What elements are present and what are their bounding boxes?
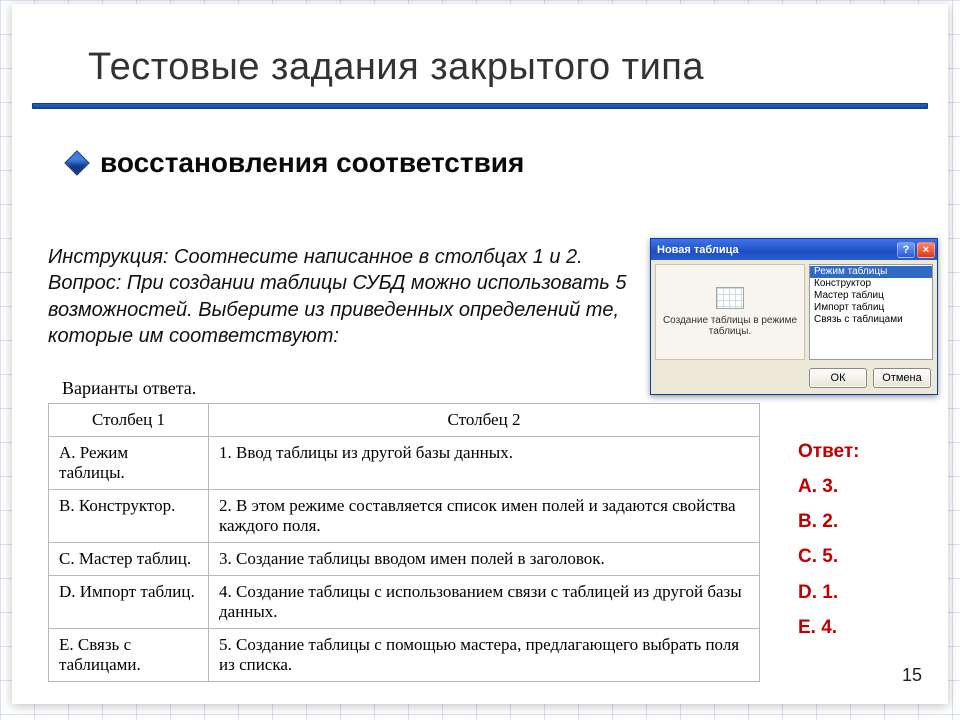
table-row: A. Режим таблицы. 1. Ввод таблицы из дру… [49,437,760,490]
cell-col2: 3. Создание таблицы вводом имен полей в … [209,543,760,576]
dialog-title: Новая таблица [657,244,739,256]
cell-col2: 4. Создание таблицы с использованием свя… [209,576,760,629]
subtitle-row: восстановления соответствия [12,109,948,179]
answer-item: B. 2. [798,504,859,539]
bullet-diamond-icon [64,150,89,175]
answer-item: A. 3. [798,469,859,504]
help-icon[interactable]: ? [897,242,915,258]
table-row: C. Мастер таблиц. 3. Создание таблицы вв… [49,543,760,576]
question-text: Инструкция: Соотнесите написанное в стол… [48,244,636,350]
page-number: 15 [902,665,922,686]
slide: Тестовые задания закрытого типа восстано… [12,4,948,704]
table-row: D. Импорт таблиц. 4. Создание таблицы с … [49,576,760,629]
list-item[interactable]: Связь с таблицами [810,314,932,326]
cell-col1: E. Связь с таблицами. [49,629,209,682]
answer-key: Ответ: A. 3. B. 2. C. 5. D. 1. E. 4. [798,434,859,645]
table-row: B. Конструктор. 2. В этом режиме составл… [49,490,760,543]
close-icon[interactable]: × [917,242,935,258]
cell-col1: A. Режим таблицы. [49,437,209,490]
cell-col2: 2. В этом режиме составляется список име… [209,490,760,543]
answer-item: E. 4. [798,610,859,645]
table-header-row: Столбец 1 Столбец 2 [49,404,760,437]
list-item[interactable]: Режим таблицы [810,266,932,278]
dialog-body: Создание таблицы в режиме таблицы. Режим… [651,260,937,364]
list-item[interactable]: Импорт таблиц [810,302,932,314]
cell-col2: 5. Создание таблицы с помощью мастера, п… [209,629,760,682]
cell-col2: 1. Ввод таблицы из другой базы данных. [209,437,760,490]
table-icon [716,287,744,309]
dialog-titlebar[interactable]: Новая таблица ? × [651,239,937,260]
dialog-preview-pane: Создание таблицы в режиме таблицы. [655,264,805,360]
answer-table-block: Варианты ответа. Столбец 1 Столбец 2 A. … [48,378,760,682]
cancel-button[interactable]: Отмена [873,368,931,388]
match-table: Столбец 1 Столбец 2 A. Режим таблицы. 1.… [48,403,760,682]
table-header-col1: Столбец 1 [49,404,209,437]
answer-item: D. 1. [798,575,859,610]
list-item[interactable]: Конструктор [810,278,932,290]
instruction-line: Инструкция: Соотнесите написанное в стол… [48,246,583,268]
table-row: E. Связь с таблицами. 5. Создание таблиц… [49,629,760,682]
cell-col1: D. Импорт таблиц. [49,576,209,629]
answer-item: C. 5. [798,539,859,574]
dialog-description: Создание таблицы в режиме таблицы. [662,315,798,337]
dialog-buttons: ОК Отмена [651,364,937,394]
ok-button[interactable]: ОК [809,368,867,388]
new-table-dialog: Новая таблица ? × Создание таблицы в реж… [650,238,938,395]
cell-col1: B. Конструктор. [49,490,209,543]
cell-col1: C. Мастер таблиц. [49,543,209,576]
dialog-option-list[interactable]: Режим таблицы Конструктор Мастер таблиц … [809,264,933,360]
slide-title: Тестовые задания закрытого типа [12,4,948,97]
question-line: Вопрос: При создании таблицы СУБД можно … [48,272,627,347]
subtitle: восстановления соответствия [100,147,524,179]
list-item[interactable]: Мастер таблиц [810,290,932,302]
table-header-col2: Столбец 2 [209,404,760,437]
answer-label: Ответ: [798,434,859,469]
